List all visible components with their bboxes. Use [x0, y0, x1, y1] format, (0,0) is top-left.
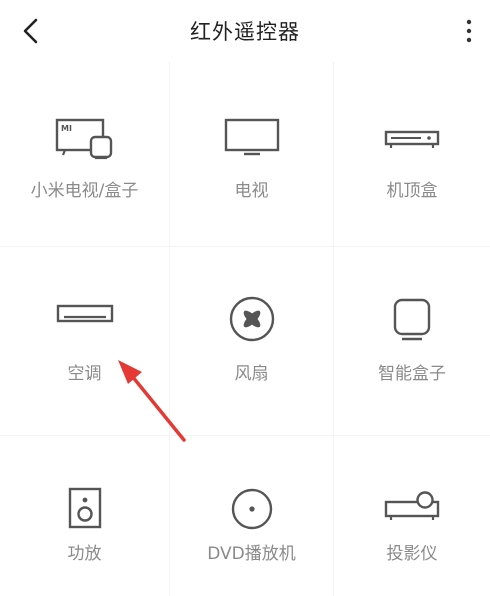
device-amplifier[interactable]: 功放	[0, 436, 170, 596]
air-conditioner-icon	[56, 304, 113, 323]
device-projector[interactable]: 投影仪	[334, 436, 490, 596]
device-label: 投影仪	[386, 544, 438, 564]
device-label: 电视	[234, 181, 269, 201]
set-top-box-icon	[384, 130, 440, 148]
mi-tv-box-icon: MI	[55, 118, 112, 160]
device-smart-box[interactable]: 智能盒子	[334, 247, 490, 436]
more-options-icon[interactable]	[458, 14, 480, 48]
amplifier-icon	[68, 487, 101, 529]
smart-box-icon	[393, 298, 431, 341]
device-mi-tv-box[interactable]: MI 小米电视/盒子	[0, 62, 170, 247]
device-label: 智能盒子	[378, 364, 446, 384]
dvd-player-icon	[231, 488, 272, 530]
tv-icon	[224, 118, 279, 156]
device-label: 功放	[67, 544, 102, 564]
device-label: 小米电视/盒子	[30, 181, 139, 201]
device-dvd-player[interactable]: DVD播放机	[170, 436, 334, 596]
mi-logo-text: MI	[61, 124, 72, 133]
fan-icon	[229, 296, 274, 342]
header: 红外遥控器	[0, 0, 490, 62]
device-label: 风扇	[234, 364, 269, 384]
device-grid: MI 小米电视/盒子 电视 机顶盒 空调 风扇 智能盒子 功放 DVD播放机 投…	[0, 62, 490, 596]
device-label: DVD播放机	[207, 544, 296, 564]
device-air-conditioner[interactable]: 空调	[0, 247, 170, 436]
device-label: 机顶盒	[386, 181, 438, 201]
projector-icon	[384, 491, 440, 520]
device-label: 空调	[67, 364, 102, 384]
page-title: 红外遥控器	[190, 20, 300, 44]
device-fan[interactable]: 风扇	[170, 247, 334, 436]
device-set-top-box[interactable]: 机顶盒	[334, 62, 490, 247]
device-tv[interactable]: 电视	[170, 62, 334, 247]
